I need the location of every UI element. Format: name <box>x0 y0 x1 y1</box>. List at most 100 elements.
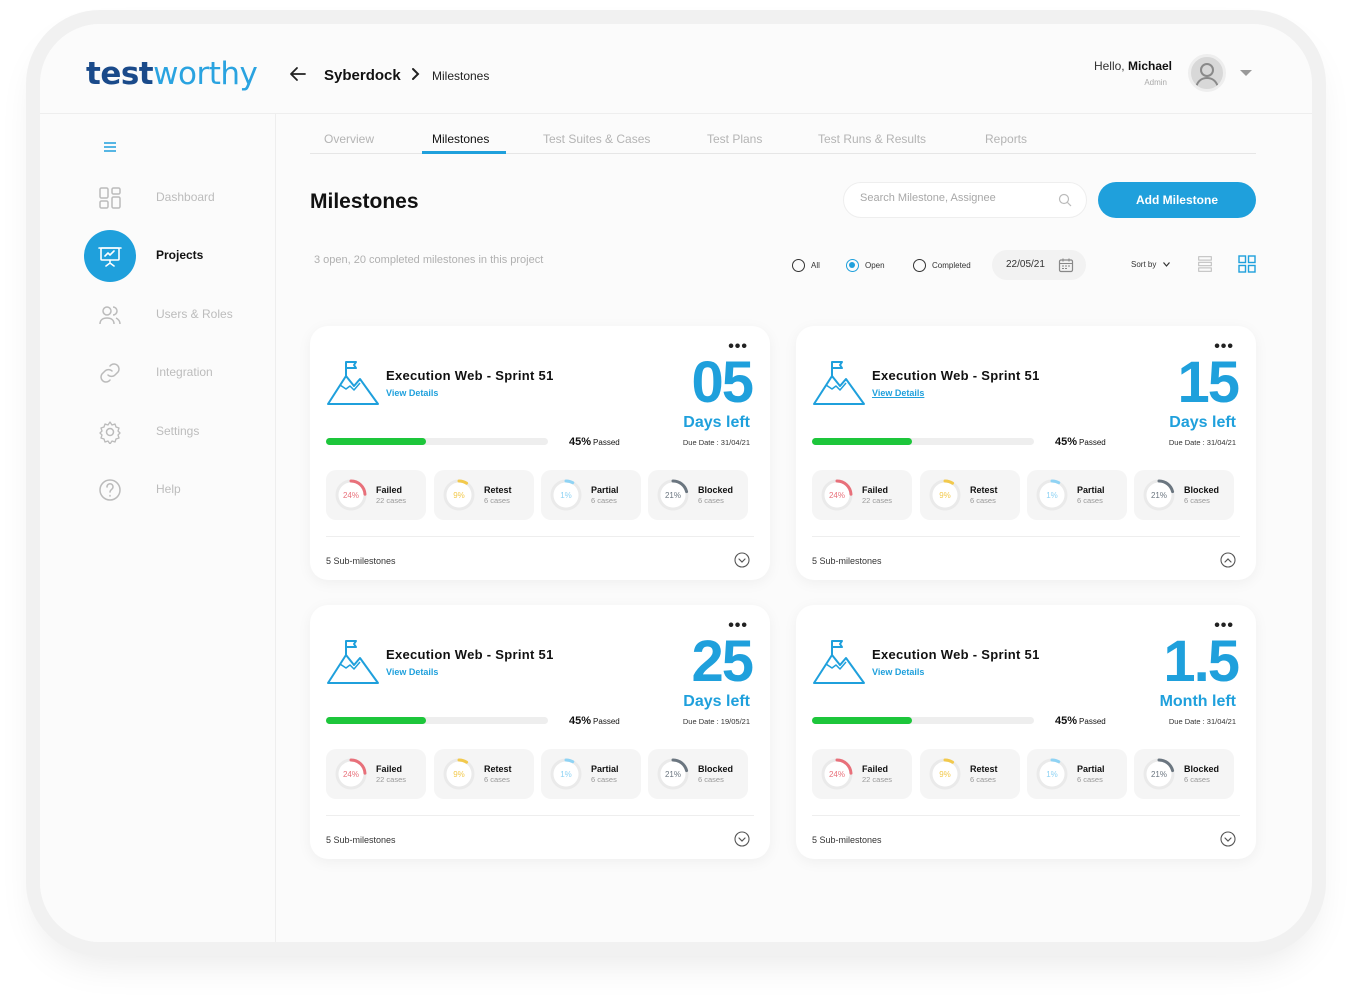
tab-test-plans[interactable]: Test Plans <box>707 132 762 146</box>
hamburger-menu-icon[interactable] <box>103 141 117 153</box>
stat-percent: 1% <box>560 769 572 779</box>
stat-failed[interactable]: 24% Failed 22 cases <box>812 470 912 520</box>
list-view-icon[interactable] <box>1198 256 1212 272</box>
calendar-icon[interactable] <box>1058 257 1074 273</box>
stat-retest[interactable]: 9% Retest 6 cases <box>920 749 1020 799</box>
divider <box>812 536 1240 537</box>
progress-bar <box>326 438 548 445</box>
stat-name: Blocked <box>1184 485 1220 495</box>
stat-retest[interactable]: 9% Retest 6 cases <box>920 470 1020 520</box>
milestone-name: Execution Web - Sprint 51 <box>872 368 1040 383</box>
sub-milestones-label: 5 Sub-milestones <box>812 835 882 845</box>
gear-icon <box>84 406 136 458</box>
passed-value: 45% <box>569 715 592 727</box>
view-details-link[interactable]: View Details <box>386 667 438 677</box>
tab-test-suites-cases[interactable]: Test Suites & Cases <box>543 132 650 146</box>
search-input[interactable] <box>860 192 1050 204</box>
testworthy-logo[interactable]: testworthy <box>86 56 258 92</box>
stat-name: Retest <box>484 764 512 774</box>
stat-partial[interactable]: 1% Partial 6 cases <box>1027 470 1127 520</box>
stat-name: Failed <box>862 485 889 495</box>
sidebar-item-help[interactable]: Help <box>84 464 274 516</box>
search-icon[interactable] <box>1058 193 1072 207</box>
milestone-card: ••• Execution Web - Sprint 51 View Details… <box>310 326 770 580</box>
view-details-link[interactable]: View Details <box>872 388 924 398</box>
view-details-link[interactable]: View Details <box>872 667 924 677</box>
breadcrumb-project[interactable]: Syberdock <box>324 67 401 84</box>
time-left-unit: Month left <box>1159 693 1236 710</box>
radio-circle <box>792 258 805 272</box>
stat-name: Blocked <box>698 764 734 774</box>
stat-failed[interactable]: 24% Failed 22 cases <box>326 470 426 520</box>
chevron-down-icon[interactable] <box>1163 262 1170 267</box>
stat-cases: 6 cases <box>970 775 996 784</box>
grid-view-icon[interactable] <box>1238 255 1256 273</box>
filter-completed-radio[interactable]: Completed <box>913 258 971 272</box>
stat-retest[interactable]: 9% Retest 6 cases <box>434 749 534 799</box>
tab-overview[interactable]: Overview <box>324 132 374 146</box>
logo-text-light: worthy <box>153 56 258 92</box>
stat-percent: 9% <box>939 490 951 500</box>
sidebar-item-label: Settings <box>156 424 200 438</box>
avatar[interactable] <box>1188 54 1226 92</box>
sort-by-dropdown[interactable]: Sort by <box>1131 260 1156 269</box>
due-date: Due Date : 31/04/21 <box>682 438 750 447</box>
user-menu-caret-icon[interactable] <box>1240 70 1252 76</box>
date-picker[interactable]: 22/05/21 <box>992 250 1086 280</box>
time-left-unit: Days left <box>1169 414 1236 431</box>
mountain-flag-icon <box>813 361 865 405</box>
stat-blocked[interactable]: 21% Blocked 6 cases <box>1134 749 1234 799</box>
link-icon <box>84 347 136 399</box>
stat-percent: 21% <box>664 490 681 500</box>
stat-failed[interactable]: 24% Failed 22 cases <box>812 749 912 799</box>
milestone-name: Execution Web - Sprint 51 <box>386 647 554 662</box>
time-left-unit: Days left <box>683 414 750 431</box>
sidebar-item-users-roles[interactable]: Users & Roles <box>84 289 274 341</box>
chevron-down-icon[interactable] <box>1220 831 1236 847</box>
progress-fill <box>812 438 912 445</box>
passed-percent: 45% Passed <box>569 715 620 727</box>
greeting-text: Hello, <box>1093 59 1125 73</box>
chevron-down-icon[interactable] <box>734 552 750 568</box>
passed-label: Passed <box>593 717 620 726</box>
filter-open-radio[interactable]: Open <box>846 258 885 272</box>
back-arrow-icon[interactable] <box>288 64 308 84</box>
time-left-count: 15 <box>1177 350 1239 415</box>
sidebar-item-integration[interactable]: Integration <box>84 347 274 399</box>
add-milestone-button[interactable]: Add Milestone <box>1098 182 1256 218</box>
stat-partial[interactable]: 1% Partial 6 cases <box>541 749 641 799</box>
tab-milestones[interactable]: Milestones <box>432 132 489 146</box>
user-role: Admin <box>1144 78 1167 87</box>
stat-partial[interactable]: 1% Partial 6 cases <box>1027 749 1127 799</box>
sidebar-item-dashboard[interactable]: Dashboard <box>84 172 274 224</box>
divider <box>326 815 754 816</box>
top-bar: testworthy Syberdock Milestones Hello, M… <box>40 24 1312 114</box>
sidebar-item-projects[interactable]: Projects <box>84 230 274 282</box>
tab-reports[interactable]: Reports <box>985 132 1027 146</box>
stat-retest[interactable]: 9% Retest 6 cases <box>434 470 534 520</box>
filter-all-radio[interactable]: All <box>792 258 820 272</box>
chevron-down-icon[interactable] <box>734 831 750 847</box>
tab-bar: Overview Milestones Test Suites & Cases … <box>310 122 1256 154</box>
time-left-count: 25 <box>691 629 753 694</box>
milestone-card: ••• Execution Web - Sprint 51 View Details… <box>796 326 1256 580</box>
stat-cases: 6 cases <box>484 775 510 784</box>
stat-partial[interactable]: 1% Partial 6 cases <box>541 470 641 520</box>
stat-blocked[interactable]: 21% Blocked 6 cases <box>648 470 748 520</box>
sidebar-item-settings[interactable]: Settings <box>84 406 274 458</box>
passed-value: 45% <box>1055 715 1078 727</box>
stat-name: Blocked <box>1184 764 1220 774</box>
stat-name: Failed <box>376 764 403 774</box>
stat-percent: 21% <box>1150 490 1167 500</box>
progress-fill <box>326 717 426 724</box>
stat-blocked[interactable]: 21% Blocked 6 cases <box>1134 470 1234 520</box>
stat-failed[interactable]: 24% Failed 22 cases <box>326 749 426 799</box>
stat-percent: 1% <box>560 490 572 500</box>
stat-blocked[interactable]: 21% Blocked 6 cases <box>648 749 748 799</box>
passed-percent: 45% Passed <box>569 436 620 448</box>
stat-percent: 1% <box>1046 769 1058 779</box>
view-details-link[interactable]: View Details <box>386 388 438 398</box>
chevron-up-icon[interactable] <box>1220 552 1236 568</box>
tab-test-runs-results[interactable]: Test Runs & Results <box>818 132 926 146</box>
progress-bar <box>812 438 1034 445</box>
